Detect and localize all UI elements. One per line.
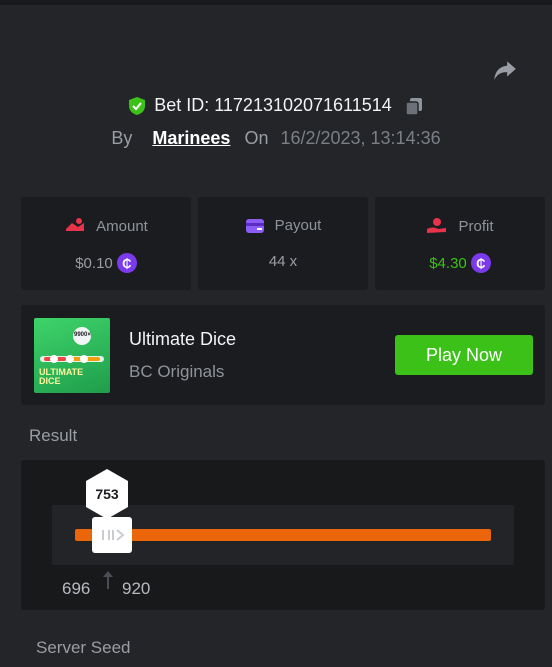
amount-label: Amount: [96, 217, 148, 235]
result-card: 753 696 920: [21, 460, 545, 610]
card-icon: [245, 218, 264, 233]
money-hand-icon: [66, 218, 85, 231]
coin-icon: ₵: [116, 253, 137, 273]
profit-value: $4.30: [429, 254, 467, 272]
stat-payout: Payout 44 x: [198, 197, 368, 290]
shield-check-icon: [129, 96, 146, 115]
server-seed-label: Server Seed: [36, 638, 131, 657]
result-value: 753: [95, 486, 119, 502]
on-label: On: [244, 128, 269, 148]
game-provider: BC Originals: [129, 362, 225, 381]
stat-amount: Amount $0.10 ₵: [21, 197, 191, 290]
result-label: Result: [29, 426, 78, 445]
hand-coin-icon: [427, 218, 447, 233]
range-low: 696: [62, 579, 91, 598]
copy-icon[interactable]: [404, 96, 424, 116]
payout-label: Payout: [274, 217, 322, 234]
game-title[interactable]: Ultimate Dice: [129, 329, 236, 350]
play-now-button[interactable]: Play Now: [395, 335, 533, 375]
profit-label: Profit: [458, 217, 494, 235]
result-track: [75, 529, 491, 541]
bet-id-text: Bet ID: 117213102071611514: [154, 95, 392, 115]
up-arrow-icon: [103, 571, 113, 589]
bet-author-row: By Marinees On 16/2/2023, 13:14:36: [0, 128, 552, 149]
thumb-title: ULTIMATE DICE: [39, 367, 84, 386]
game-card: 9900× ULTIMATE DICE Ultimate Dice BC Ori…: [21, 305, 545, 405]
stat-profit: Profit $4.30 ₵: [375, 197, 545, 290]
top-bar: [0, 0, 552, 5]
coin-icon: ₵: [470, 253, 491, 273]
slider-grip-icon: [102, 529, 125, 541]
payout-value: 44 x: [268, 253, 298, 270]
game-thumbnail[interactable]: 9900× ULTIMATE DICE: [34, 318, 110, 393]
slider-handle: [92, 517, 132, 553]
amount-value: $0.10: [75, 254, 113, 272]
share-icon[interactable]: [492, 57, 518, 83]
range-high: 920: [122, 579, 151, 598]
bet-date: 16/2/2023, 13:14:36: [280, 128, 441, 148]
bet-stats: Amount $0.10 ₵ Payout 44 x Profit $4.30 …: [21, 197, 545, 290]
bet-id-row: Bet ID: 117213102071611514: [0, 95, 552, 116]
by-label: By: [111, 128, 133, 148]
user-link[interactable]: Marinees: [152, 128, 230, 149]
thumb-badge: 9900×: [74, 332, 91, 338]
